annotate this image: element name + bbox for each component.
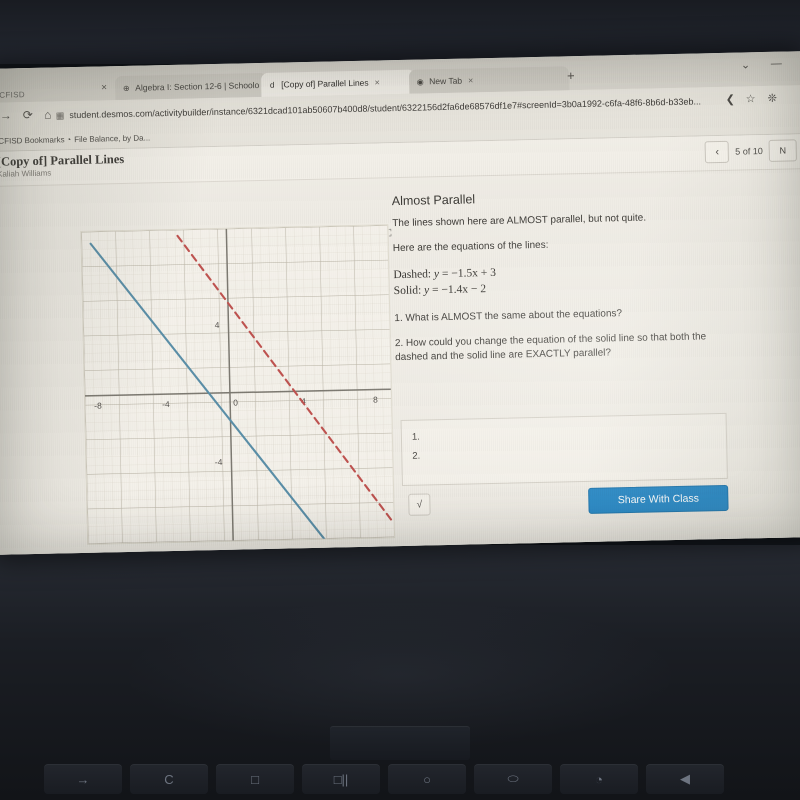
x-tick-label-neg4: -4 <box>162 399 170 409</box>
lesson-text-panel: Almost Parallel The lines shown here are… <box>391 187 736 516</box>
y-tick-label-neg4: -4 <box>215 457 223 467</box>
key-forward[interactable]: → <box>44 764 122 794</box>
window-minimize-icon[interactable]: — <box>771 58 782 70</box>
share-with-class-button[interactable]: Share With Class <box>588 484 729 514</box>
forward-icon[interactable]: → <box>0 108 14 122</box>
close-icon[interactable]: × <box>374 77 379 87</box>
tab-title: [Copy of] Parallel Lines <box>281 77 369 90</box>
student-name: Kaliah Williams <box>0 168 52 179</box>
laptop-screen: CFISD × ⊕ Algebra I: Section 12-6 | Scho… <box>0 51 800 555</box>
answer-textarea[interactable]: 1. 2. <box>400 412 728 487</box>
equation-lhs: y <box>423 284 430 297</box>
tab-algebra-section[interactable]: ⊕ Algebra I: Section 12-6 | Schoolo × <box>114 72 268 101</box>
equation-label: Dashed: <box>393 267 432 281</box>
activity-title: [Copy of] Parallel Lines <box>0 151 125 169</box>
key-fullscreen[interactable]: □ <box>216 764 294 794</box>
equation-relation: = <box>431 284 439 297</box>
desmos-activity: [Copy of] Parallel Lines Kaliah Williams… <box>0 134 800 555</box>
x-tick-label-8: 8 <box>373 395 378 405</box>
origin-label: 0 <box>233 398 238 408</box>
trackpad[interactable] <box>330 726 470 760</box>
math-keyboard-button[interactable]: √ <box>408 493 431 516</box>
page-info-icon[interactable]: ▦ <box>56 110 65 121</box>
photo-scene: → C □ □|| ○ ⬭ ◔ ◀ CFISD × ⊕ Algebra I: S… <box>0 0 800 800</box>
home-icon[interactable]: ⌂ <box>40 107 56 122</box>
schoology-favicon-icon: ⊕ <box>122 83 130 93</box>
equation-rhs: −1.4x − 2 <box>441 283 487 297</box>
question-1: 1. What is ALMOST the same about the equ… <box>394 308 623 325</box>
bookmark-star-icon[interactable]: ☆ <box>745 92 756 105</box>
desmos-favicon-icon: d <box>269 80 275 90</box>
graph-panel[interactable]: -8 -4 0 4 8 4 -4 <box>80 224 396 545</box>
major-gridlines <box>81 225 395 544</box>
key-volume-down[interactable]: ◔ <box>560 764 638 794</box>
tab-new-tab[interactable]: ◉ New Tab × <box>408 66 570 94</box>
key-reload[interactable]: C <box>130 764 208 794</box>
key-overview[interactable]: □|| <box>302 764 380 794</box>
bookmark-label: CFISD Bookmarks <box>0 135 65 146</box>
x-tick-label-neg8: -8 <box>94 401 102 411</box>
bookmark-cfisd[interactable]: CFISD Bookmarks <box>0 135 65 145</box>
newtab-favicon-icon: ◉ <box>416 76 424 87</box>
tab-title: Algebra I: Section 12-6 | Schoolo <box>135 80 260 93</box>
equation-relation: = <box>441 267 449 280</box>
globe-icon: ◔ <box>66 135 72 145</box>
close-icon[interactable]: × <box>468 75 473 85</box>
key-volume-up[interactable]: ◀ <box>646 764 724 794</box>
page-indicator: 5 of 10 <box>735 146 763 157</box>
lesson-title: Almost Parallel <box>391 192 476 209</box>
coordinate-graph[interactable]: -8 -4 0 4 8 4 -4 <box>81 225 395 544</box>
screen-pager: ‹ 5 of 10 N <box>705 139 798 164</box>
extensions-icon[interactable]: ❊ <box>767 92 777 105</box>
tab-title: New Tab <box>429 75 463 87</box>
new-tab-button[interactable]: + <box>567 68 575 83</box>
tab-parallel-lines[interactable]: d [Copy of] Parallel Lines × <box>260 69 416 97</box>
share-icon[interactable]: ❮ <box>725 93 735 106</box>
lesson-intro: The lines shown here are ALMOST parallel… <box>392 212 647 230</box>
profile-label[interactable]: CFISD <box>0 90 25 100</box>
y-tick-label-4: 4 <box>215 320 220 330</box>
key-brightness-down[interactable]: ○ <box>388 764 466 794</box>
bookmark-file-balance[interactable]: ◔ File Balance, by Da... <box>66 133 150 144</box>
equation-rhs: −1.5x + 3 <box>451 266 497 280</box>
keyboard-function-row[interactable]: → C □ □|| ○ ⬭ ◔ ◀ <box>0 760 800 800</box>
next-screen-button[interactable]: N <box>768 139 798 162</box>
bookmark-label: File Balance, by Da... <box>74 133 151 145</box>
url-text: student.desmos.com/activitybuilder/insta… <box>69 96 702 121</box>
question-2: 2. How could you change the equation of … <box>394 331 707 363</box>
window-chevron-icon[interactable]: ⌄ <box>741 58 750 71</box>
reload-icon[interactable]: ⟳ <box>20 108 36 122</box>
equations-lead: Here are the equations of the lines: <box>392 239 549 254</box>
tab-close-icon-leftmost[interactable]: × <box>101 82 107 93</box>
previous-screen-button[interactable]: ‹ <box>705 140 730 164</box>
key-brightness-up[interactable]: ⬭ <box>474 764 552 794</box>
equation-label: Solid: <box>393 284 422 298</box>
answer-toolbar: √ Share With Class <box>402 484 729 520</box>
equation-lhs: y <box>433 267 440 280</box>
